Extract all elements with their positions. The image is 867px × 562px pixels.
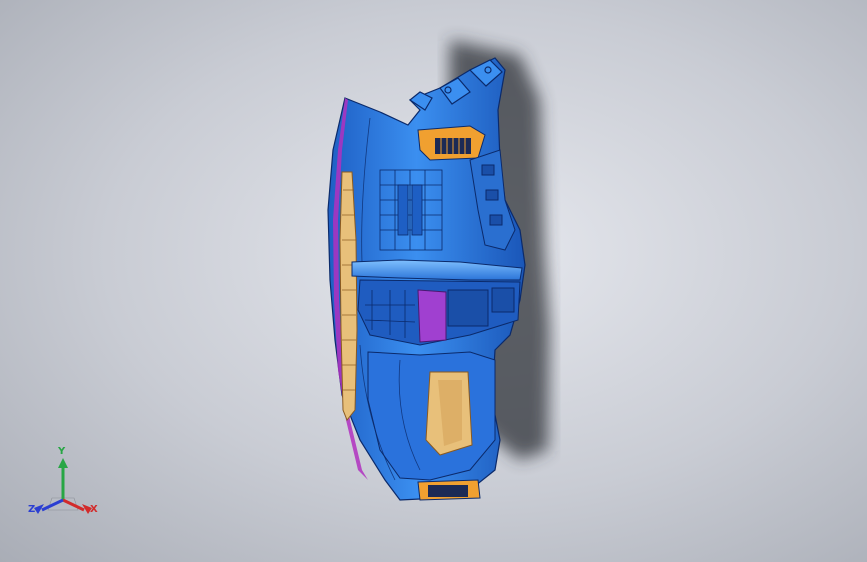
graphics-viewport[interactable]: Y X Z xyxy=(0,0,867,562)
z-axis-label: Z xyxy=(28,504,36,515)
bottom-vent-grille xyxy=(428,485,468,497)
side-vent-slot[interactable] xyxy=(339,171,358,421)
center-cavity-opening-right xyxy=(491,287,515,313)
triad-graphic xyxy=(34,458,92,514)
center-cavity-opening xyxy=(447,289,489,327)
x-axis-label: X xyxy=(90,504,98,515)
y-axis-label: Y xyxy=(58,446,66,457)
view-orientation-triad[interactable]: Y X Z xyxy=(22,446,108,528)
purple-component xyxy=(417,289,447,343)
dashboard-3d-model[interactable] xyxy=(0,0,867,562)
y-axis-arrow xyxy=(58,458,68,468)
